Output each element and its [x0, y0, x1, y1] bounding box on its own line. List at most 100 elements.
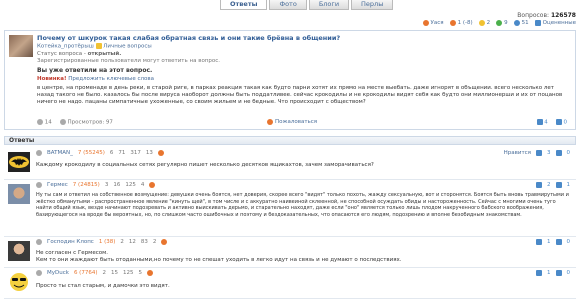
- answer-stat-3: 125: [125, 182, 136, 188]
- vote-up-value: 4: [544, 119, 548, 126]
- answer-stat-4: 4: [140, 182, 145, 188]
- stat-c[interactable]: 51: [513, 20, 529, 26]
- user-icon: [36, 182, 42, 188]
- question-block: Почему от шкурок такая слабая обратная с…: [4, 30, 576, 130]
- complain-icon[interactable]: [146, 270, 153, 276]
- vote-up[interactable]: 4: [536, 119, 548, 126]
- answer-meta: Господин Клопс 1 (38) 2 12 83 2: [36, 239, 168, 245]
- answer-item: Господин Клопс 1 (38) 2 12 83 2 Не согла…: [4, 237, 576, 268]
- complain-icon[interactable]: [157, 150, 164, 156]
- bookmark-icon: [534, 20, 541, 26]
- question-counter: Вопросов: 126578: [517, 12, 576, 19]
- warning-icon: [267, 119, 273, 125]
- thumb-up-icon[interactable]: [536, 270, 542, 276]
- thumb-down-icon[interactable]: [555, 270, 562, 276]
- question-note: Зарегистрированные пользователи могут от…: [37, 58, 221, 64]
- suggest-keywords-link[interactable]: Предложить ключевые слова: [68, 76, 154, 82]
- answer-author[interactable]: Господин Клопс: [47, 239, 94, 245]
- thumb-up-icon[interactable]: [536, 182, 542, 188]
- vote-down-value: 0: [566, 239, 571, 245]
- vote-up-value: 2: [547, 182, 551, 188]
- question-author-avatar[interactable]: [9, 35, 33, 57]
- vote-down-value: 0: [566, 270, 571, 276]
- thumb-up-icon[interactable]: [536, 150, 542, 156]
- counter-value: 126578: [550, 12, 576, 19]
- folder-icon: [95, 43, 102, 49]
- favorites-label: Оцененные: [542, 20, 576, 26]
- comments-count[interactable]: 14: [37, 119, 52, 126]
- tab-blogs[interactable]: Блоги: [308, 0, 350, 10]
- thumb-up-icon[interactable]: [536, 239, 542, 245]
- answer-avatar[interactable]: [8, 152, 30, 172]
- vote-down[interactable]: 0: [555, 119, 567, 126]
- like-label[interactable]: Нравится: [504, 150, 531, 156]
- answer-author[interactable]: Гермес: [47, 182, 68, 188]
- eye-icon: [59, 119, 66, 125]
- user-icon: [36, 270, 42, 276]
- answer-votes: 2 1: [536, 182, 570, 188]
- comments-value: 14: [44, 119, 52, 126]
- vote-up-value: 1: [547, 239, 551, 245]
- answer-avatar[interactable]: [8, 272, 30, 292]
- answers-header: Ответы: [4, 136, 576, 145]
- answer-meta: BATMAN_ 7 (55245) 6 71 317 13: [36, 150, 164, 156]
- smiley-face-icon: [10, 273, 28, 291]
- batman-logo-icon: [9, 156, 29, 168]
- answer-avatar[interactable]: [8, 241, 30, 261]
- score-value: 1 (-8): [457, 20, 473, 26]
- question-category[interactable]: Личные вопросы: [103, 44, 151, 50]
- complain-icon[interactable]: [149, 182, 156, 188]
- thumb-down-icon[interactable]: [555, 182, 562, 188]
- rating-icon: [449, 20, 456, 26]
- user-stats-bar: Уася 1 (-8) 2 9 51 Оцененные: [422, 20, 576, 26]
- answer-stat-2: 15: [110, 270, 118, 276]
- complain-icon[interactable]: [161, 239, 168, 245]
- star-icon: [478, 20, 485, 26]
- comment-icon: [37, 119, 43, 125]
- counter-label: Вопросов:: [517, 12, 550, 19]
- new-label: Новинка!: [37, 76, 67, 82]
- answer-avatar[interactable]: [8, 184, 30, 204]
- answer-author[interactable]: BATMAN_: [47, 150, 73, 156]
- tab-answers[interactable]: Ответы: [220, 0, 268, 10]
- question-icon: [496, 20, 503, 26]
- already-answered-notice: Вы уже ответили на этот вопрос.: [37, 67, 153, 74]
- answer-votes: 1 0: [536, 270, 570, 276]
- user-icon: [36, 239, 42, 245]
- answer-stat-1: 2: [102, 270, 106, 276]
- answer-item: MyDuck 6 (7764) 2 15 125 5 Просто ты ста…: [4, 268, 576, 299]
- vote-down-value: 0: [566, 150, 571, 156]
- tab-photo[interactable]: Фото: [269, 0, 307, 10]
- answer-item: Гермес 7 (24815) 3 16 125 4 Ну ты сам и …: [4, 180, 576, 237]
- complain-link[interactable]: Пожаловаться: [267, 119, 317, 125]
- question-votes: 4 0: [536, 119, 567, 126]
- level-label: Уася: [430, 20, 444, 26]
- status-value: открытый.: [87, 51, 122, 57]
- answer-rating: 7 (24815): [72, 182, 100, 188]
- answer-stat-4: 2: [152, 239, 157, 245]
- vote-up-value: 1: [547, 270, 551, 276]
- favorites-link[interactable]: Оцененные: [534, 20, 576, 26]
- thumb-down-icon[interactable]: [555, 239, 562, 245]
- question-title[interactable]: Почему от шкурок такая слабая обратная с…: [37, 34, 340, 42]
- question-body: в центре, на променаде в день реки, в ст…: [37, 85, 563, 105]
- stat-b[interactable]: 9: [496, 20, 508, 26]
- question-author[interactable]: Котейка_протёрыш: [37, 44, 94, 50]
- answer-stat-2: 16: [113, 182, 121, 188]
- answer-icon: [513, 20, 520, 26]
- answer-author[interactable]: MyDuck: [47, 270, 69, 276]
- stat-a[interactable]: 2: [478, 20, 490, 26]
- answer-stat-2: 71: [118, 150, 126, 156]
- answer-stat-4: 13: [145, 150, 153, 156]
- answer-stat-3: 125: [122, 270, 134, 276]
- user-score: 1 (-8): [449, 20, 473, 26]
- level-icon: [422, 20, 429, 26]
- views-value: Просмотров: 97: [67, 119, 113, 126]
- answer-text: Просто ты стал старым, и дамочки это вид…: [36, 283, 170, 289]
- answer-votes: Нравится 3 0: [504, 150, 570, 156]
- tab-pearls[interactable]: Перлы: [351, 0, 394, 10]
- vote-up-value: 3: [547, 150, 551, 156]
- user-level[interactable]: Уася: [422, 20, 444, 26]
- thumb-down-icon[interactable]: [555, 150, 562, 156]
- question-meta: Котейка_протёрыш Личные вопросы: [37, 43, 152, 50]
